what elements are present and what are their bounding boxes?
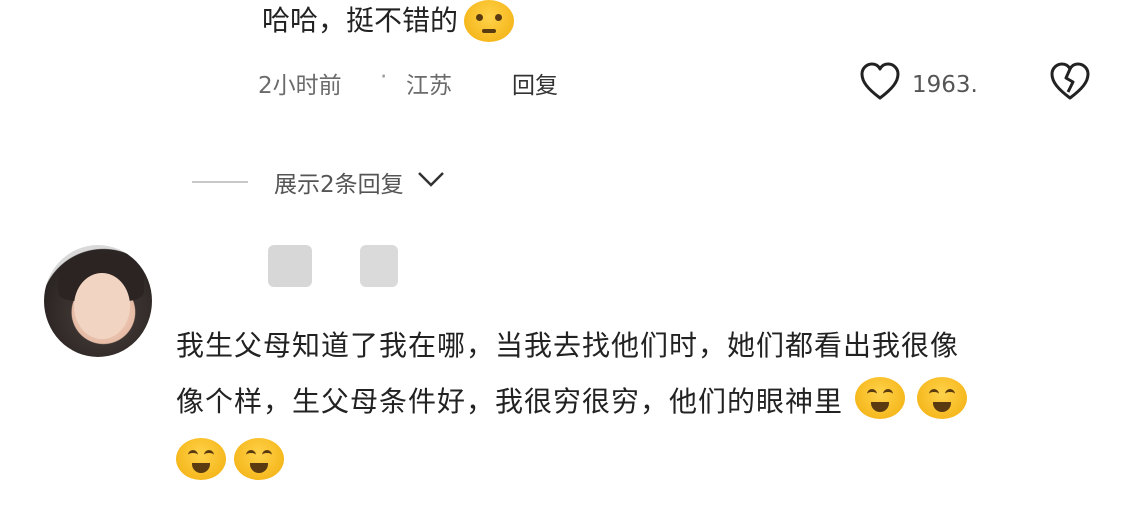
comment-location: 江苏 (406, 73, 452, 99)
blurred-block (268, 245, 312, 287)
comment-text-line-1: 我生父母知道了我在哪，当我去找他们时，她们都看出我很像 (176, 329, 960, 362)
comment-text: 我生父母知道了我在哪，当我去找他们时，她们都看出我很像 像个样，生父母条件好，我… (176, 318, 1116, 430)
parent-comment-text-tail: 哈哈，挺不错的 (262, 4, 459, 37)
heart-icon[interactable] (858, 62, 902, 108)
comment-text-line-2: 像个样，生父母条件好，我很穷很穷，他们的眼神里 (176, 374, 1116, 430)
broken-heart-icon[interactable] (1048, 62, 1092, 108)
emoji-icon (916, 377, 967, 419)
comment-text-part-2: 像个样，生父母条件好，我很穷很穷，他们的眼神里 (176, 385, 844, 418)
expand-replies[interactable]: 展示2条回复 (192, 165, 446, 199)
comment-time: 2小时前 (258, 73, 342, 99)
like-count: 1963. (912, 72, 978, 98)
comment-emoji-line (176, 438, 284, 480)
avatar[interactable] (44, 245, 152, 357)
expand-replies-label: 展示2条回复 (274, 172, 404, 198)
meta-separator: · (380, 64, 388, 90)
emoji-icon (464, 0, 515, 42)
chevron-down-icon (416, 169, 446, 195)
reply-button[interactable]: 回复 (512, 66, 558, 100)
emoji-icon (854, 377, 905, 419)
parent-comment-text: 哈哈，挺不错的 (262, 0, 515, 42)
emoji-icon (234, 438, 284, 480)
comment-meta-row: 2小时前 · 江苏 回复 1963. (258, 62, 1096, 100)
like-button[interactable]: 1963. (858, 62, 978, 108)
blurred-block (360, 245, 398, 287)
emoji-icon (176, 438, 226, 480)
divider (192, 181, 248, 183)
